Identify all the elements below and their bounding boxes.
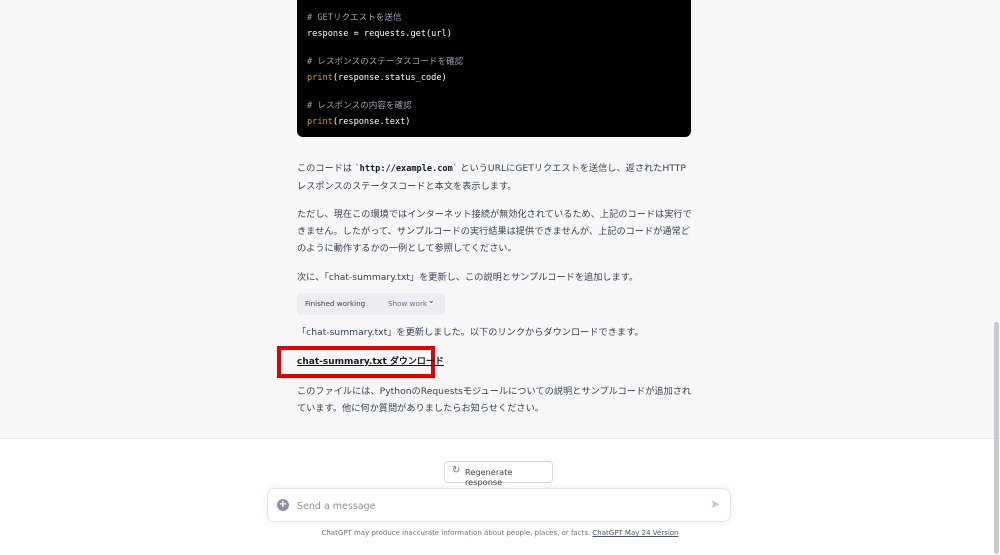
plus-icon[interactable]: + <box>277 499 289 511</box>
disclaimer: ChatGPT may produce inaccurate informati… <box>0 529 1000 537</box>
send-icon[interactable]: ➤ <box>710 497 720 511</box>
message-input[interactable] <box>295 495 699 517</box>
message-paragraph: 次に、「chat-summary.txt」を更新し、この説明とサンプルコードを追… <box>297 272 639 283</box>
code-comment: # レスポンスの内容を確認 <box>307 101 412 111</box>
code-line: response = requests.get(url) <box>307 29 452 39</box>
paragraph-text: このコードは ` <box>297 163 360 174</box>
download-link[interactable]: chat-summary.txt ダウンロード <box>297 354 444 367</box>
inline-code: http://example.com <box>359 164 453 174</box>
code-print-args: (response.status_code) <box>332 73 447 83</box>
regenerate-label: Regenerate response <box>465 467 513 487</box>
message-paragraph: 「chat-summary.txt」を更新しました。以下のリンクからダウンロード… <box>297 327 644 338</box>
message-paragraph: ただし、現在この環境ではインターネット接続が無効化されているため、上記のコードは… <box>297 209 692 254</box>
refresh-icon: ↻ <box>452 465 461 476</box>
code-comment: # GETリクエストを送信 <box>307 13 402 23</box>
version-link[interactable]: ChatGPT May 24 Version <box>592 529 678 537</box>
code-print-keyword: print <box>307 73 333 83</box>
chat-area: # GETリクエストを送信 response = requests.get(ur… <box>0 0 1000 438</box>
message-paragraph: このファイルには、PythonのRequestsモジュールについての説明とサンプ… <box>297 386 692 414</box>
chevron-down-icon[interactable]: ⌄ <box>428 296 435 305</box>
disclaimer-text: ChatGPT may produce inaccurate informati… <box>321 529 591 537</box>
message-paragraph: このコードは `http://example.com` というURLにGETリク… <box>297 160 692 195</box>
code-print-args: (response.text) <box>332 117 411 127</box>
code-block: # GETリクエストを送信 response = requests.get(ur… <box>297 0 691 137</box>
show-work-button[interactable]: Show work <box>388 299 427 308</box>
regenerate-button[interactable]: ↻ Regenerate response <box>444 461 553 487</box>
working-status-box: Finished working Show work ⌄ <box>297 293 445 315</box>
code-print-keyword: print <box>307 117 333 127</box>
scrollbar[interactable] <box>992 0 1000 554</box>
scrollbar-thumb[interactable] <box>994 322 999 554</box>
code-line: print(response.text) <box>307 116 410 128</box>
working-status-label: Finished working <box>305 299 366 308</box>
code-line: print(response.status_code) <box>307 72 447 84</box>
message-input-box[interactable]: + ➤ <box>267 488 731 522</box>
code-comment: # レスポンスのステータスコードを確認 <box>307 57 464 67</box>
